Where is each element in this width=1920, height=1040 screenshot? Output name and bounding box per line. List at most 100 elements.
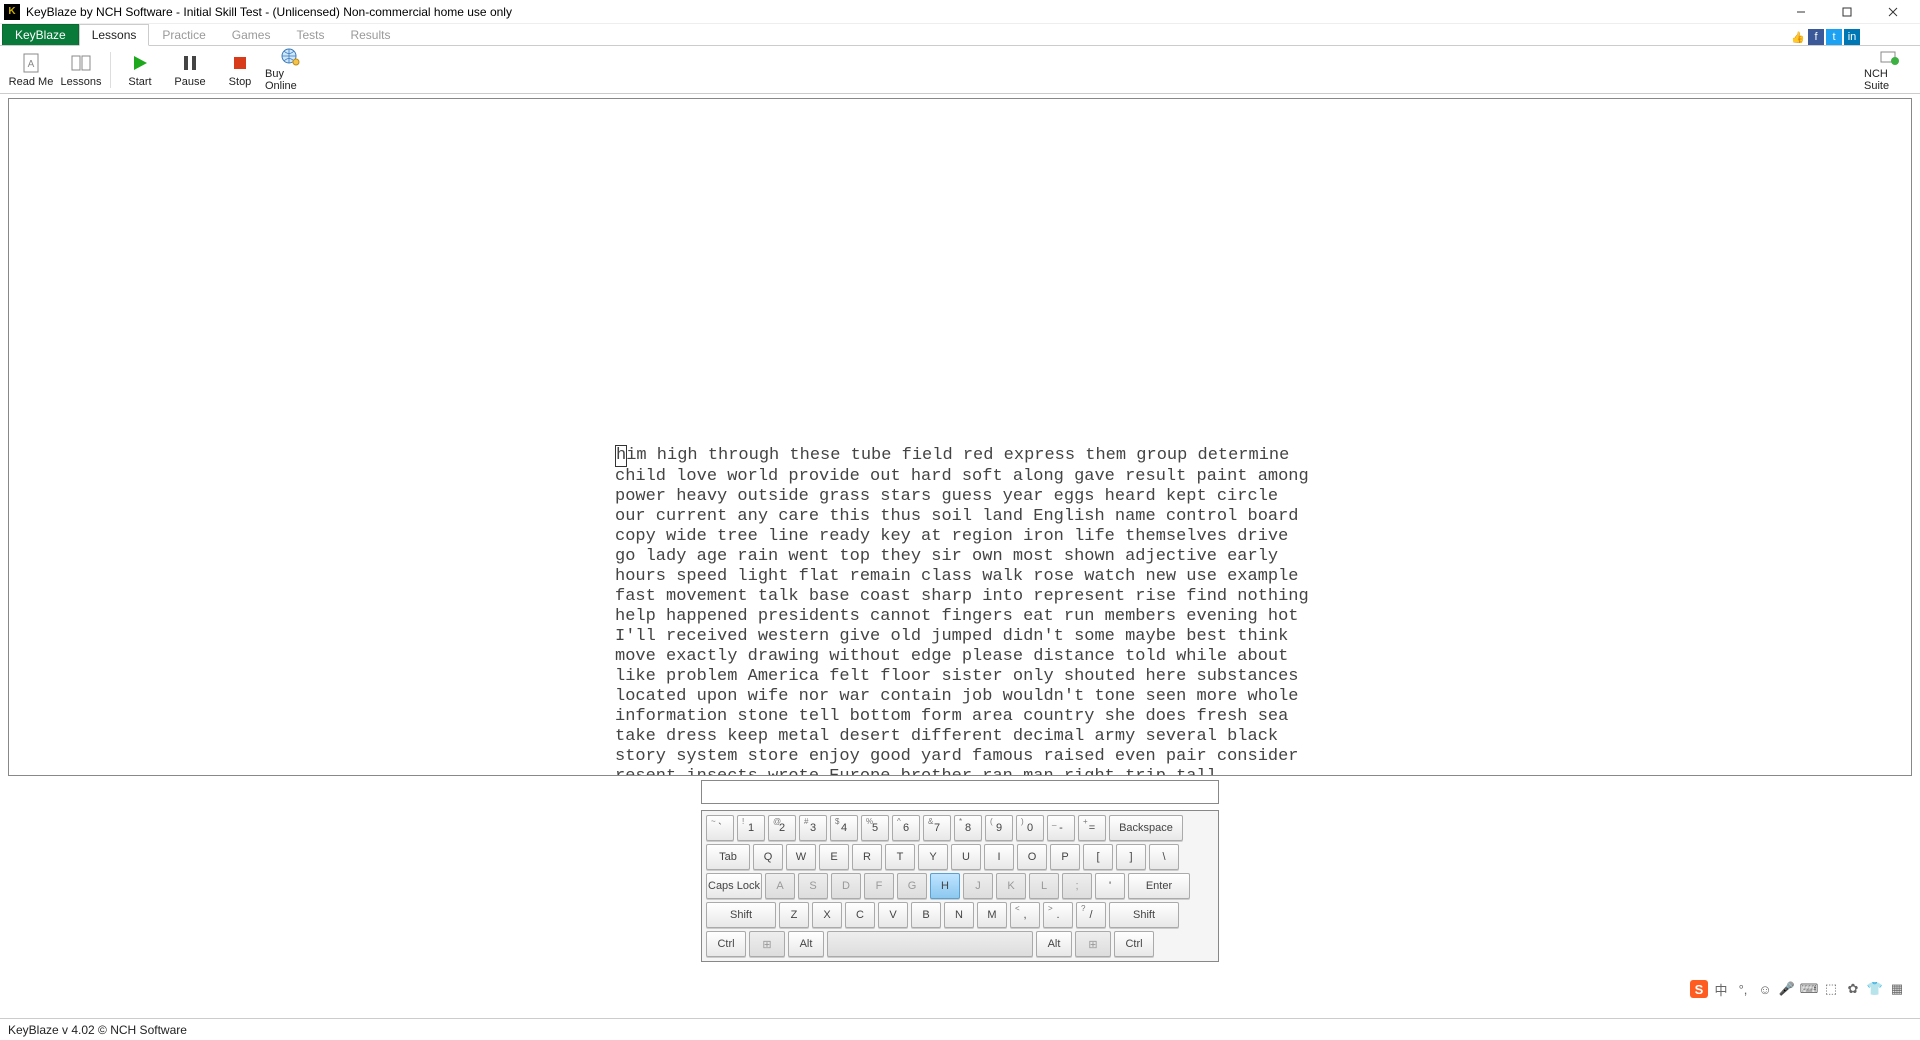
key-e: E (819, 844, 849, 870)
key-l: L (1029, 873, 1059, 899)
buy-online-button[interactable]: Buy Online (265, 48, 315, 92)
ime-punct-icon[interactable]: °, (1734, 980, 1752, 998)
key-n: N (944, 902, 974, 928)
key-backspace: Backspace (1109, 815, 1183, 841)
lessons-label: Lessons (61, 76, 102, 88)
stop-label: Stop (229, 76, 252, 88)
key-8: *8 (954, 815, 982, 841)
share-dropdown-icon[interactable]: ▾ (1862, 29, 1878, 45)
ime-skin-icon[interactable]: ⬚ (1822, 980, 1840, 998)
key-: ⊞ (1075, 931, 1111, 957)
lessons-button[interactable]: Lessons (56, 48, 106, 92)
key-enter: Enter (1128, 873, 1190, 899)
key-g: G (897, 873, 927, 899)
nch-suite-button[interactable]: NCH Suite (1864, 48, 1914, 92)
start-label: Start (128, 76, 151, 88)
close-button[interactable] (1870, 0, 1916, 24)
key-6: ^6 (892, 815, 920, 841)
globe-cart-icon (279, 48, 301, 66)
status-bar: KeyBlaze v 4.02 © NCH Software (0, 1018, 1920, 1040)
ime-keyboard-icon[interactable]: ⌨ (1800, 980, 1818, 998)
key-: >. (1043, 902, 1073, 928)
ime-tool-icon[interactable]: ✿ (1844, 980, 1862, 998)
key-x: X (812, 902, 842, 928)
key-i: I (984, 844, 1014, 870)
key-r: R (852, 844, 882, 870)
stop-icon (229, 52, 251, 74)
key-shift: Shift (1109, 902, 1179, 928)
key-tab: Tab (706, 844, 750, 870)
start-button[interactable]: Start (115, 48, 165, 92)
key-capslock: Caps Lock (706, 873, 762, 899)
key-: ' (1095, 873, 1125, 899)
key-4: $4 (830, 815, 858, 841)
key-: ~` (706, 815, 734, 841)
typing-input[interactable] (701, 780, 1219, 804)
minimize-button[interactable] (1778, 0, 1824, 24)
ime-settings-icon[interactable]: ▦ (1888, 980, 1906, 998)
pause-label: Pause (174, 76, 205, 88)
toolbar: A Read Me Lessons Start Pause Stop Buy O… (0, 46, 1920, 94)
ime-logo-icon[interactable]: S (1690, 980, 1708, 998)
tab-keyblaze[interactable]: KeyBlaze (2, 24, 79, 45)
play-icon (129, 52, 151, 74)
linkedin-icon[interactable]: in (1844, 29, 1860, 45)
key-shift: Shift (706, 902, 776, 928)
buy-label: Buy Online (265, 68, 315, 92)
key-3: #3 (799, 815, 827, 841)
key-5: %5 (861, 815, 889, 841)
key-q: Q (753, 844, 783, 870)
lesson-text: him high through these tube field red ex… (615, 445, 1315, 776)
ime-person-icon[interactable]: 👕 (1866, 980, 1884, 998)
key-: _- (1047, 815, 1075, 841)
tab-games[interactable]: Games (219, 24, 284, 45)
key-2: @2 (768, 815, 796, 841)
key-1: !1 (737, 815, 765, 841)
key-alt: Alt (788, 931, 824, 957)
suite-icon (1878, 48, 1900, 66)
virtual-keyboard: ~`!1@2#3$4%5^6&7*8(9)0_-+=Backspace TabQ… (701, 810, 1219, 962)
key-ctrl: Ctrl (706, 931, 746, 957)
key-9: (9 (985, 815, 1013, 841)
help-icon[interactable]: ? (1880, 29, 1896, 45)
key-f: F (864, 873, 894, 899)
app-icon: K (4, 4, 20, 20)
window-title: KeyBlaze by NCH Software - Initial Skill… (26, 5, 512, 19)
tab-tests[interactable]: Tests (283, 24, 337, 45)
lessons-icon (70, 52, 92, 74)
ime-emoji-icon[interactable]: ☺ (1756, 980, 1774, 998)
ime-lang-icon[interactable]: 中 (1712, 980, 1730, 998)
ime-toolbar[interactable]: S 中 °, ☺ 🎤 ⌨ ⬚ ✿ 👕 ▦ (1690, 980, 1906, 998)
readme-label: Read Me (9, 76, 54, 88)
title-bar: K KeyBlaze by NCH Software - Initial Ski… (0, 0, 1920, 24)
help-dropdown-icon[interactable]: ▾ (1898, 29, 1914, 45)
twitter-icon[interactable]: t (1826, 29, 1842, 45)
key-p: P (1050, 844, 1080, 870)
ime-voice-icon[interactable]: 🎤 (1778, 980, 1796, 998)
key-a: A (765, 873, 795, 899)
key-h: H (930, 873, 960, 899)
readme-button[interactable]: A Read Me (6, 48, 56, 92)
key-0: )0 (1016, 815, 1044, 841)
maximize-button[interactable] (1824, 0, 1870, 24)
key-7: &7 (923, 815, 951, 841)
tab-results[interactable]: Results (337, 24, 403, 45)
facebook-icon[interactable]: f (1808, 29, 1824, 45)
key-: \ (1149, 844, 1179, 870)
tab-bar: KeyBlaze Lessons Practice Games Tests Re… (0, 24, 1920, 46)
tab-practice[interactable]: Practice (149, 24, 218, 45)
pause-button[interactable]: Pause (165, 48, 215, 92)
key-: ] (1116, 844, 1146, 870)
status-text: KeyBlaze v 4.02 © NCH Software (8, 1023, 187, 1037)
key-t: T (885, 844, 915, 870)
like-icon[interactable]: 👍 (1790, 29, 1806, 45)
key-ctrl: Ctrl (1114, 931, 1154, 957)
key-o: O (1017, 844, 1047, 870)
stop-button[interactable]: Stop (215, 48, 265, 92)
key-w: W (786, 844, 816, 870)
key-c: C (845, 902, 875, 928)
key-j: J (963, 873, 993, 899)
tab-lessons[interactable]: Lessons (79, 24, 150, 46)
key-v: V (878, 902, 908, 928)
key-m: M (977, 902, 1007, 928)
